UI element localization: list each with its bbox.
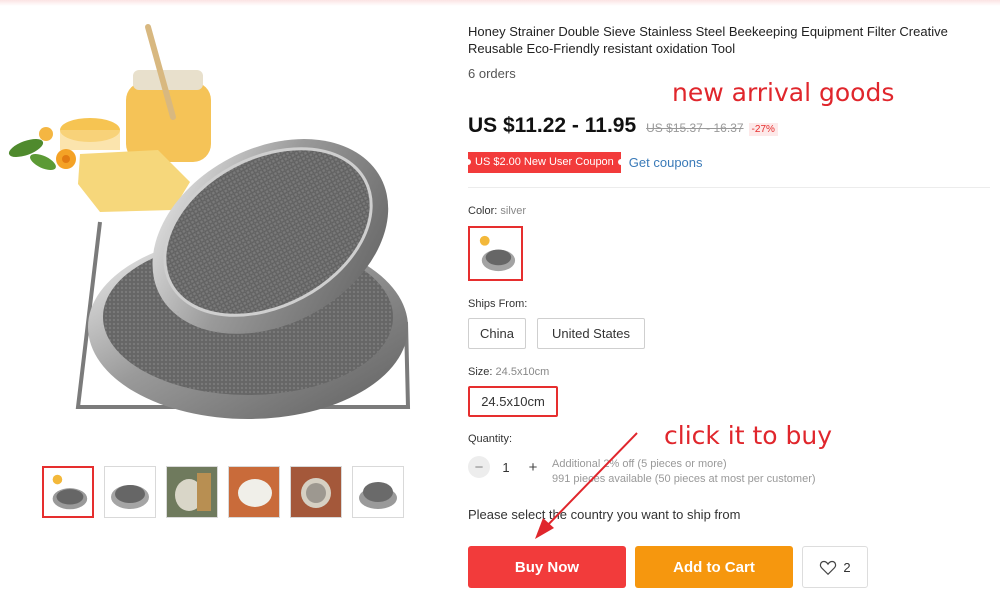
- thumbnail-5[interactable]: [290, 466, 342, 518]
- original-price: US $15.37 - 16.37: [646, 121, 744, 135]
- quantity-stepper: − 1 +: [468, 456, 544, 478]
- size-label-text: Size:: [468, 366, 493, 378]
- size-value: 24.5x10cm: [495, 366, 550, 378]
- color-value: silver: [500, 205, 527, 217]
- thumbnail-2[interactable]: [104, 466, 156, 518]
- discount-badge: -27%: [748, 123, 778, 136]
- thumbnail-4[interactable]: [228, 466, 280, 518]
- wishlist-button[interactable]: 2: [802, 546, 868, 588]
- click-to-buy-annotation: click it to buy: [664, 421, 833, 450]
- quantity-note: Additional 2% off (5 pieces or more) 991…: [552, 457, 872, 487]
- price-row: US $11.22 - 11.95 US $15.37 - 16.37 -27%: [468, 114, 778, 138]
- thumbnail-3[interactable]: [166, 466, 218, 518]
- ships-from-label: Ships From:: [468, 298, 528, 310]
- size-option-24-5x10cm[interactable]: 24.5x10cm: [468, 386, 558, 417]
- top-strip: [0, 0, 1000, 6]
- ships-from-united-states[interactable]: United States: [537, 318, 645, 349]
- coupon-row: US $2.00 New User Coupon Get coupons: [465, 152, 703, 173]
- product-main-image[interactable]: [8, 22, 418, 440]
- coupon-badge: US $2.00 New User Coupon: [465, 152, 624, 173]
- new-arrival-annotation: new arrival goods: [672, 78, 895, 107]
- current-price: US $11.22 - 11.95: [468, 114, 637, 137]
- divider: [468, 187, 990, 188]
- thumbnail-1[interactable]: [42, 466, 94, 518]
- get-coupons-link[interactable]: Get coupons: [629, 155, 703, 170]
- heart-icon: [820, 560, 837, 575]
- color-label-text: Color:: [468, 205, 498, 217]
- quantity-value[interactable]: 1: [490, 460, 522, 475]
- product-title: Honey Strainer Double Sieve Stainless St…: [468, 24, 948, 56]
- order-count: 6 orders: [468, 66, 516, 81]
- add-to-cart-button[interactable]: Add to Cart: [635, 546, 793, 588]
- color-option-silver[interactable]: [468, 226, 523, 281]
- thumbnail-6[interactable]: [352, 466, 404, 518]
- availability-note: 991 pieces available (50 pieces at most …: [552, 473, 816, 485]
- quantity-label: Quantity:: [468, 433, 513, 445]
- bulk-discount-note: Additional 2% off (5 pieces or more): [552, 458, 727, 470]
- shipping-note: Please select the country you want to sh…: [468, 507, 741, 522]
- color-label: Color: silver: [468, 205, 526, 217]
- size-label: Size: 24.5x10cm: [468, 366, 549, 378]
- quantity-decrease-button[interactable]: −: [468, 456, 490, 478]
- thumbnail-strip: [42, 466, 404, 518]
- buy-now-button[interactable]: Buy Now: [468, 546, 626, 588]
- ships-from-china[interactable]: China: [468, 318, 526, 349]
- quantity-increase-button[interactable]: +: [522, 456, 544, 478]
- wishlist-count: 2: [843, 559, 851, 575]
